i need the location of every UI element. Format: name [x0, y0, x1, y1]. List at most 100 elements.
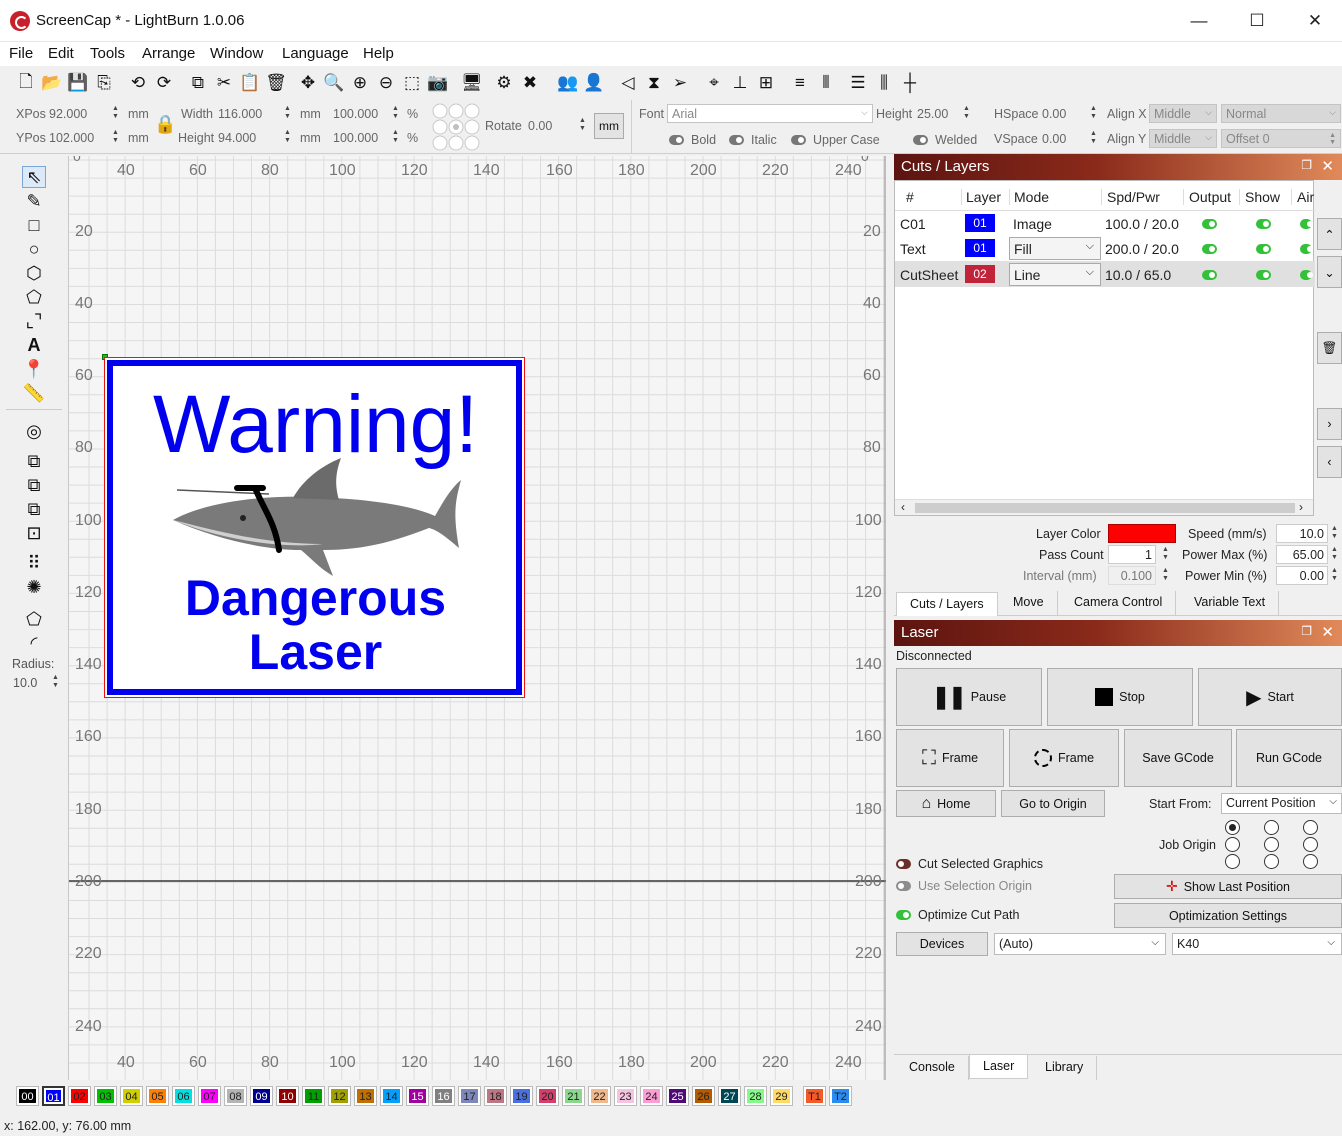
- power-max-input[interactable]: 65.00: [1276, 545, 1328, 564]
- vspace-spinner[interactable]: ▲ ▼: [1088, 130, 1099, 148]
- port-select[interactable]: (Auto) ⌵: [994, 933, 1166, 955]
- tab-move[interactable]: Move: [1000, 591, 1058, 615]
- workspace-canvas[interactable]: 0 0 40 60 80 100 120 140 160 180 200 220…: [68, 156, 886, 1080]
- expand-right-icon[interactable]: ›: [1317, 408, 1342, 440]
- job-origin-top-left-radio[interactable]: [1225, 820, 1240, 835]
- xpos-spinner[interactable]: ▲ ▼: [110, 105, 121, 123]
- table-row-selected[interactable]: CutSheet 02 Line ⌵ 10.0 / 65.0: [895, 261, 1315, 287]
- job-origin-mid-left-radio[interactable]: [1225, 837, 1240, 852]
- weld-icon[interactable]: ⊡: [22, 522, 46, 544]
- float-panel-icon[interactable]: ❐: [1301, 624, 1312, 638]
- power-min-input[interactable]: 0.00: [1276, 566, 1328, 585]
- center-icon[interactable]: ┼: [898, 70, 922, 96]
- start-from-select[interactable]: Current Position ⌵: [1221, 793, 1342, 814]
- close-button[interactable]: ✕: [1286, 0, 1342, 42]
- palette-swatch[interactable]: 25: [666, 1086, 689, 1106]
- rectangle-tool-icon[interactable]: □: [22, 214, 46, 236]
- ungroup-icon[interactable]: 👤: [582, 70, 606, 96]
- speed-spinner[interactable]: ▲ ▼: [1329, 525, 1340, 543]
- welded-toggle[interactable]: [913, 135, 928, 145]
- ellipse-tool-icon[interactable]: ○: [22, 238, 46, 260]
- col-layer[interactable]: Layer: [961, 189, 1001, 205]
- table-row[interactable]: Text 01 Fill ⌵ 200.0 / 20.0: [895, 236, 1315, 261]
- scale-width-input[interactable]: 100.000: [333, 107, 378, 121]
- maximize-button[interactable]: ☐: [1228, 0, 1286, 42]
- scrollbar-thumb[interactable]: [915, 503, 1295, 513]
- lock-icon[interactable]: 🔒: [154, 114, 176, 135]
- run-gcode-button[interactable]: Run GCode: [1236, 729, 1342, 787]
- dangerous-text[interactable]: Dangerous: [105, 572, 526, 624]
- corner-tool-icon[interactable]: ⬠: [22, 608, 46, 630]
- undo-icon[interactable]: ⟲: [126, 70, 150, 96]
- palette-swatch[interactable]: 28: [744, 1086, 767, 1106]
- tab-library[interactable]: Library: [1032, 1056, 1098, 1080]
- pass-count-input[interactable]: 1: [1108, 545, 1156, 564]
- grid-array-icon[interactable]: ⠿: [22, 552, 46, 574]
- settings-icon[interactable]: ⚙: [492, 70, 516, 96]
- show-toggle[interactable]: [1256, 244, 1271, 254]
- show-toggle[interactable]: [1256, 219, 1271, 229]
- palette-swatch[interactable]: 13: [354, 1086, 377, 1106]
- align-middle-icon[interactable]: ⊞: [754, 70, 778, 96]
- tools-icon[interactable]: ✖: [518, 70, 542, 96]
- col-air[interactable]: Air: [1291, 189, 1314, 205]
- italic-toggle[interactable]: [729, 135, 744, 145]
- palette-swatch[interactable]: 18: [484, 1086, 507, 1106]
- zoom-out-icon[interactable]: ⊖: [374, 70, 398, 96]
- close-panel-icon[interactable]: ✕: [1321, 157, 1334, 175]
- delete-layer-icon[interactable]: 🗑: [1317, 332, 1342, 364]
- job-origin-bottom-right-radio[interactable]: [1303, 854, 1318, 869]
- palette-swatch[interactable]: T1: [803, 1086, 826, 1106]
- text-height-spinner[interactable]: ▲ ▼: [961, 105, 972, 123]
- device-select[interactable]: K40 ⌵: [1172, 933, 1342, 955]
- go-to-origin-button[interactable]: Go to Origin: [1001, 790, 1105, 817]
- col-mode[interactable]: Mode: [1009, 189, 1049, 205]
- palette-swatch[interactable]: 19: [510, 1086, 533, 1106]
- menu-language[interactable]: Language: [282, 45, 349, 62]
- font-select[interactable]: Arial ⌵: [667, 104, 873, 123]
- zoom-in-icon[interactable]: ⊕: [348, 70, 372, 96]
- anchor-grid-icon[interactable]: [432, 103, 480, 151]
- tab-variable-text[interactable]: Variable Text: [1181, 591, 1280, 615]
- menu-arrange[interactable]: Arrange: [142, 45, 195, 62]
- scroll-left-icon[interactable]: ‹: [901, 500, 905, 514]
- hspace-spinner[interactable]: ▲ ▼: [1088, 105, 1099, 123]
- interval-input[interactable]: 0.100: [1108, 566, 1156, 585]
- palette-swatch[interactable]: 09: [250, 1086, 273, 1106]
- palette-swatch[interactable]: 22: [588, 1086, 611, 1106]
- job-origin-mid-right-radio[interactable]: [1303, 837, 1318, 852]
- circular-array-icon[interactable]: ✺: [22, 576, 46, 598]
- new-file-icon[interactable]: 🗋: [14, 70, 38, 96]
- space-v-icon[interactable]: ☰: [846, 70, 870, 96]
- warning-title[interactable]: Warning!: [105, 382, 526, 468]
- air-toggle[interactable]: [1300, 219, 1313, 229]
- palette-swatch[interactable]: 05: [146, 1086, 169, 1106]
- fillet-tool-icon[interactable]: ◜: [22, 632, 46, 654]
- home-button[interactable]: ⌂ Home: [896, 790, 996, 817]
- palette-swatch[interactable]: 26: [692, 1086, 715, 1106]
- ypos-spinner[interactable]: ▲ ▼: [110, 129, 121, 147]
- palette-swatch[interactable]: 24: [640, 1086, 663, 1106]
- palette-swatch[interactable]: 00: [16, 1086, 39, 1106]
- pause-button[interactable]: ❚❚ Pause: [896, 668, 1042, 726]
- cutsheet-outline[interactable]: Warning! Dangerous Laser: [104, 357, 525, 698]
- devices-button[interactable]: Devices: [896, 932, 988, 956]
- job-origin-center-radio[interactable]: [1264, 837, 1279, 852]
- stop-button[interactable]: Stop: [1047, 668, 1193, 726]
- width-spinner[interactable]: ▲ ▼: [282, 105, 293, 123]
- frame-button[interactable]: ⛶ Frame: [896, 729, 1004, 787]
- col-output[interactable]: Output: [1183, 189, 1231, 205]
- tab-camera-control[interactable]: Camera Control: [1061, 591, 1177, 615]
- height-spinner[interactable]: ▲ ▼: [282, 129, 293, 147]
- col-show[interactable]: Show: [1239, 189, 1280, 205]
- measure-tool-icon[interactable]: 📏: [22, 382, 46, 404]
- tab-cuts-layers[interactable]: Cuts / Layers: [896, 592, 998, 616]
- interval-spinner[interactable]: ▲ ▼: [1160, 567, 1171, 585]
- optimize-cut-path-toggle[interactable]: [896, 910, 911, 920]
- line-tool-icon[interactable]: ⬠: [22, 286, 46, 308]
- save-as-icon[interactable]: ⎘: [92, 70, 116, 96]
- palette-swatch[interactable]: 04: [120, 1086, 143, 1106]
- palette-swatch[interactable]: 23: [614, 1086, 637, 1106]
- text-mode-select[interactable]: Normal ⌵: [1221, 104, 1341, 123]
- save-icon[interactable]: 💾: [66, 70, 90, 96]
